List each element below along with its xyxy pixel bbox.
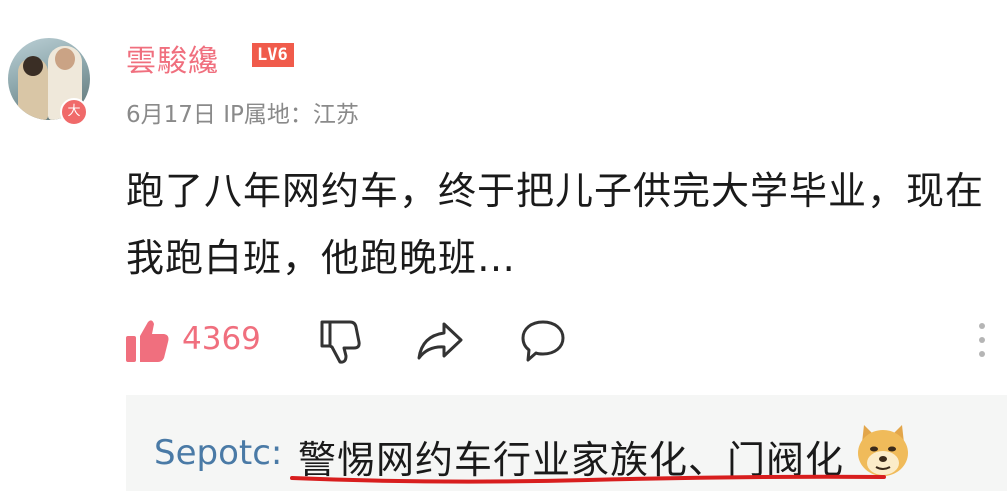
red-underline-mark xyxy=(290,474,886,484)
more-vertical-icon[interactable] xyxy=(974,320,990,360)
level-badge: LV6 xyxy=(252,43,294,67)
like-count: 4369 xyxy=(182,321,261,357)
thumbs-up-icon[interactable] xyxy=(124,318,170,364)
comment-date: 6月17日 xyxy=(126,102,216,128)
ip-location: IP属地：江苏 xyxy=(223,102,359,128)
comment-card: 大 雲駿纔 LV6 6月17日 IP属地：江苏 跑了八年网约车，终于把儿子供完大… xyxy=(0,0,1007,491)
username[interactable]: 雲駿纔 xyxy=(126,36,219,80)
chat-bubble-icon[interactable] xyxy=(520,318,566,364)
share-arrow-icon[interactable] xyxy=(416,320,464,362)
comment-text: 跑了八年网约车，终于把儿子供完大学毕业，现在我跑白班，他跑晚班… xyxy=(126,169,985,280)
reply-author[interactable]: Sepotc: xyxy=(154,433,282,473)
avatar-figure xyxy=(18,56,48,120)
comment-meta: 6月17日 IP属地：江苏 xyxy=(126,95,359,129)
avatar-badge: 大 xyxy=(60,98,88,126)
thumbs-down-icon[interactable] xyxy=(318,318,362,364)
